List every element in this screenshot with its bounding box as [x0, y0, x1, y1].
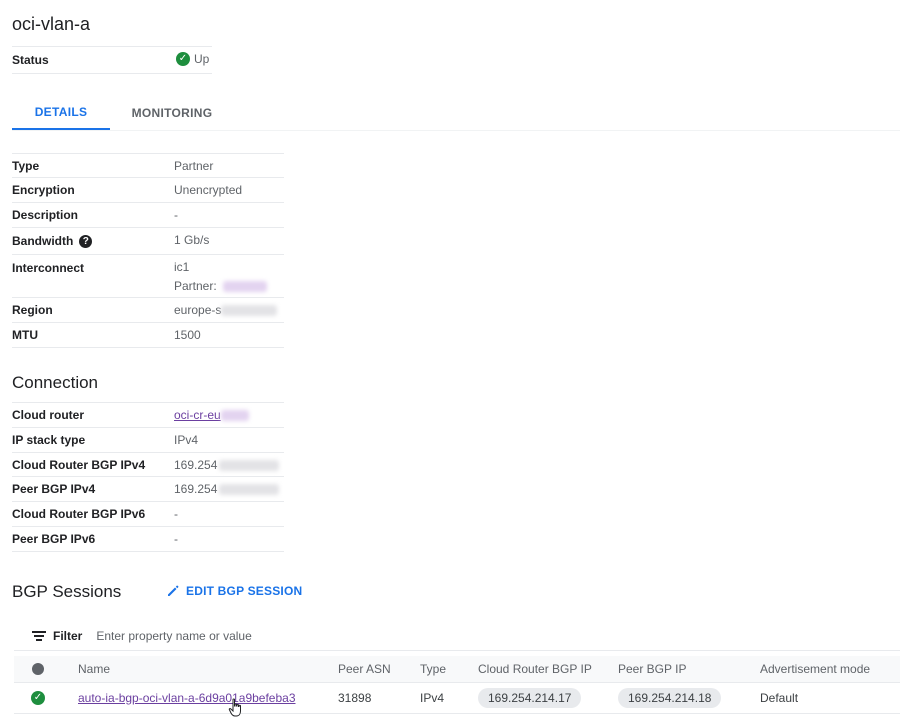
- status-row: Status ✓ Up: [12, 46, 212, 74]
- bandwidth-label-wrap: Bandwidth ?: [12, 234, 93, 248]
- filter-icon[interactable]: [32, 631, 46, 641]
- conn-row-cloud-router: Cloud router oci-cr-eu: [12, 402, 284, 427]
- help-icon[interactable]: ?: [79, 234, 93, 248]
- hand-cursor-icon: [228, 698, 241, 717]
- col-peer-bgp-ip[interactable]: Peer BGP IP: [618, 656, 686, 682]
- filter-bar: Filter: [14, 622, 900, 651]
- edit-bgp-session-label: EDIT BGP SESSION: [186, 584, 303, 598]
- interconnect-value: ic1: [174, 260, 190, 274]
- conn-row-cr-bgp-ipv4: Cloud Router BGP IPv4 169.254: [12, 452, 284, 476]
- filter-input[interactable]: [94, 628, 499, 644]
- type-value: Partner: [174, 159, 214, 173]
- detail-row-type: Type Partner: [12, 153, 284, 177]
- region-value: europe-s: [174, 303, 222, 317]
- bandwidth-label: Bandwidth: [12, 234, 74, 248]
- row-cloud-router-bgp-ip-cell: 169.254.214.17: [478, 683, 582, 713]
- status-dot-icon: [32, 663, 44, 675]
- status-label: Status: [12, 53, 49, 67]
- detail-row-encryption: Encryption Unencrypted: [12, 177, 284, 202]
- tab-bar: DETAILS MONITORING: [12, 96, 900, 131]
- conn-row-ip-stack: IP stack type IPv4: [12, 427, 284, 452]
- details-table: Type Partner Encryption Unencrypted Desc…: [12, 153, 284, 348]
- col-type[interactable]: Type: [420, 656, 446, 682]
- peer-bgp-ipv4-value: 169.254: [174, 482, 218, 496]
- connection-table: Cloud router oci-cr-eu IP stack type IPv…: [12, 402, 284, 552]
- bgp-session-link[interactable]: auto-ia-bgp-oci-vlan-a-6d9a01a9befeba3: [78, 691, 296, 705]
- ip-stack-value: IPv4: [174, 433, 199, 447]
- status-col-header: [32, 656, 44, 682]
- encryption-label: Encryption: [12, 183, 75, 197]
- peer-bgp-ipv4-label: Peer BGP IPv4: [12, 482, 96, 496]
- row-name-cell: auto-ia-bgp-oci-vlan-a-6d9a01a9befeba3: [78, 683, 296, 713]
- check-circle-icon: ✓: [176, 52, 190, 66]
- row-peer-asn: 31898: [338, 691, 372, 705]
- detail-row-description: Description -: [12, 202, 284, 227]
- connection-heading: Connection: [12, 373, 99, 392]
- region-label: Region: [12, 303, 53, 317]
- peer-bgp-ipv6-label: Peer BGP IPv6: [12, 532, 96, 546]
- detail-row-region: Region europe-s: [12, 297, 284, 322]
- status-text: Up: [194, 52, 210, 66]
- conn-row-cr-bgp-ipv6: Cloud Router BGP IPv6 -: [12, 501, 284, 526]
- cloud-router-bgp-ip-chip: 169.254.214.17: [478, 688, 582, 708]
- pencil-icon: [168, 585, 179, 596]
- mtu-label: MTU: [12, 328, 38, 342]
- detail-row-mtu: MTU 1500: [12, 322, 284, 348]
- cloud-router-link[interactable]: oci-cr-eu: [174, 408, 221, 422]
- page-title: oci-vlan-a: [12, 14, 91, 34]
- cloud-router-label: Cloud router: [12, 408, 84, 422]
- region-redacted: [221, 305, 278, 317]
- bgp-table-header: Name Peer ASN Type Cloud Router BGP IP P…: [14, 656, 900, 683]
- status-value: ✓ Up: [176, 52, 209, 66]
- col-name[interactable]: Name: [78, 656, 110, 682]
- check-circle-icon: ✓: [31, 691, 45, 705]
- col-cloud-router-bgp-ip[interactable]: Cloud Router BGP IP: [478, 656, 592, 682]
- table-row: ✓ auto-ia-bgp-oci-vlan-a-6d9a01a9befeba3…: [14, 683, 900, 714]
- peer-bgp-ip-chip: 169.254.214.18: [618, 688, 722, 708]
- cr-bgp-ipv4-redacted: [219, 460, 280, 472]
- cloud-router-redacted: [220, 410, 249, 422]
- bgp-sessions-heading: BGP Sessions: [12, 582, 122, 601]
- description-value: -: [174, 208, 178, 222]
- cr-bgp-ipv4-label: Cloud Router BGP IPv4: [12, 458, 146, 472]
- peer-bgp-ipv4-value-wrap: 169.254: [174, 482, 280, 496]
- peer-bgp-ipv4-redacted: [219, 484, 280, 496]
- cr-bgp-ipv4-value: 169.254: [174, 458, 218, 472]
- conn-row-peer-bgp-ipv6: Peer BGP IPv6 -: [12, 526, 284, 552]
- row-peer-bgp-ip-cell: 169.254.214.18: [618, 683, 722, 713]
- row-status: ✓: [31, 683, 45, 713]
- peer-bgp-ipv6-value: -: [174, 532, 178, 546]
- interconnect-label: Interconnect: [12, 261, 85, 275]
- partner-redacted: [223, 281, 268, 293]
- cr-bgp-ipv6-value: -: [174, 507, 178, 521]
- col-peer-asn[interactable]: Peer ASN: [338, 656, 391, 682]
- region-value-wrap: europe-s: [174, 303, 278, 317]
- type-label: Type: [12, 159, 40, 173]
- col-advertisement-mode[interactable]: Advertisement mode: [760, 656, 870, 682]
- mtu-value: 1500: [174, 328, 201, 342]
- conn-row-peer-bgp-ipv4: Peer BGP IPv4 169.254: [12, 476, 284, 501]
- filter-label: Filter: [53, 629, 83, 643]
- detail-row-interconnect: Interconnect ic1 Partner:: [12, 254, 284, 297]
- row-advertisement-mode: Default: [760, 691, 799, 705]
- partner-label: Partner:: [174, 279, 217, 293]
- cloud-router-value-wrap: oci-cr-eu: [174, 408, 249, 422]
- cr-bgp-ipv6-label: Cloud Router BGP IPv6: [12, 507, 146, 521]
- description-label: Description: [12, 208, 79, 222]
- ip-stack-label: IP stack type: [12, 433, 86, 447]
- bandwidth-value: 1 Gb/s: [174, 233, 210, 247]
- interconnect-partner: Partner:: [174, 279, 268, 293]
- edit-bgp-session-button[interactable]: EDIT BGP SESSION: [166, 584, 302, 598]
- cr-bgp-ipv4-value-wrap: 169.254: [174, 458, 280, 472]
- tab-monitoring[interactable]: MONITORING: [120, 96, 224, 130]
- tab-details[interactable]: DETAILS: [12, 96, 110, 130]
- encryption-value: Unencrypted: [174, 183, 243, 197]
- detail-row-bandwidth: Bandwidth ? 1 Gb/s: [12, 227, 284, 254]
- row-type: IPv4: [420, 691, 445, 705]
